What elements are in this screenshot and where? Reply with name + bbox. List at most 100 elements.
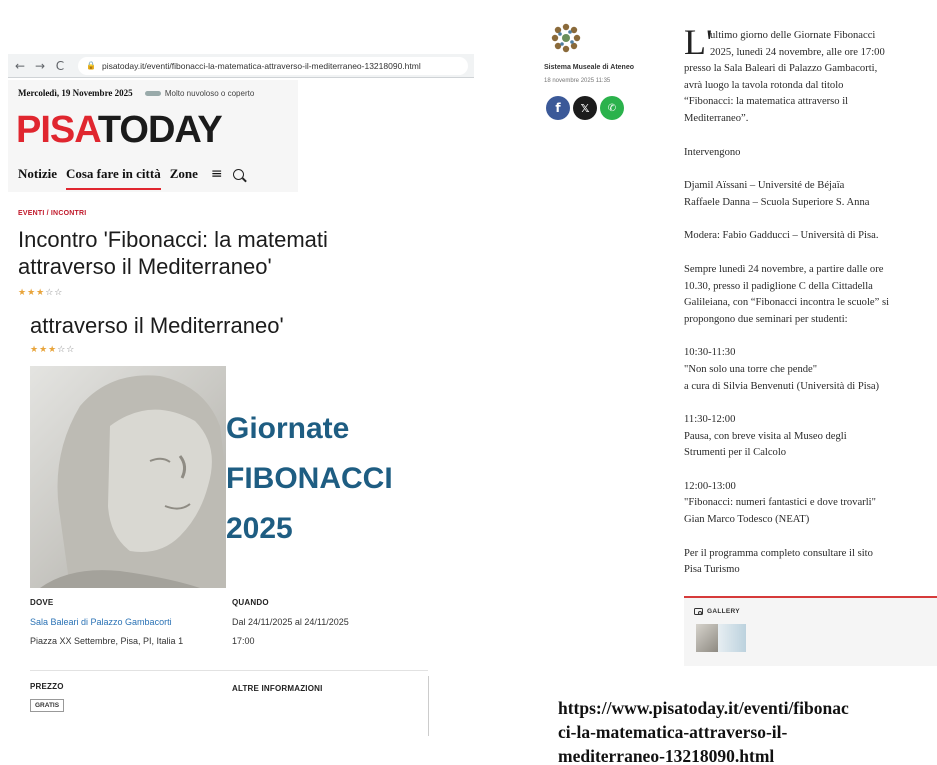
paragraph-intro: L' ultimo giorno delle Giornate Fibonacc… (684, 24, 937, 128)
session-1-title: "Non solo una torre che pende" (684, 363, 818, 375)
venue-link[interactable]: Sala Baleari di Palazzo Gambacorti (30, 617, 183, 627)
stars-empty-repeat: ☆☆ (57, 345, 76, 355)
stars-filled: ★★★ (18, 288, 46, 298)
hero-title: Giornate FIBONACCI 2025 (226, 404, 393, 554)
fibonacci-bust-image (30, 366, 226, 588)
divider (30, 670, 428, 671)
info-prezzo: PREZZO GRATIS (30, 682, 65, 712)
weather-info: Molto nuvoloso o coperto (144, 89, 255, 98)
info-quando: QUANDO Dal 24/11/2025 al 24/11/2025 17:0… (232, 598, 349, 646)
session-1-time: 10:30-11:30 (684, 347, 736, 359)
venue-address: Piazza XX Settembre, Pisa, PI, Italia 1 (30, 636, 184, 646)
breadcrumb[interactable]: EVENTI / INCONTRI (18, 210, 86, 217)
publish-date: 18 novembre 2025 11:35 (544, 78, 611, 84)
share-buttons: f 𝕏 ✆ (546, 96, 627, 120)
bust-illustration (40, 375, 226, 588)
caption-line-3: mediterraneo-13218090.html (558, 746, 775, 765)
nav-item-cosa-fare[interactable]: Cosa fare in città (65, 166, 161, 190)
thumbnail-poster (718, 624, 746, 652)
lock-icon: 🔒 (86, 61, 96, 70)
facebook-share-icon[interactable]: f (546, 96, 570, 120)
cloud-icon (144, 91, 161, 97)
session-3-speaker: Gian Marco Todesco (NEAT) (684, 514, 810, 526)
gallery-header: GALLERY (694, 608, 740, 615)
title-line-1: Incontro 'Fibonacci: la matemati (18, 227, 328, 252)
intro-line-1: ultimo giorno delle Giornate Fibonacci (710, 30, 876, 41)
hero-line-2: FIBONACCI (226, 462, 393, 495)
schools-line-4: propongono due seminari per studenti: (684, 313, 848, 325)
thumbnail-bust (696, 624, 718, 652)
info-altre: ALTRE INFORMAZIONI (232, 684, 323, 693)
gallery-label: GALLERY (707, 608, 740, 616)
hero-line-3: 2025 (226, 512, 293, 545)
page-title: Incontro 'Fibonacci: la matemati attrave… (18, 226, 388, 280)
intro-line-6: Mediterraneo”. (684, 112, 749, 124)
session-3-time: 12:00-13:00 (684, 480, 736, 492)
stars-empty: ☆☆ (45, 288, 64, 298)
article-screenshot: Sistema Museale di Ateneo 18 novembre 20… (540, 0, 937, 765)
star-rating-repeat[interactable]: ★★★☆☆ (30, 345, 75, 355)
nav-item-notizie[interactable]: Notizie (18, 166, 57, 182)
gallery-thumbnail[interactable] (696, 624, 746, 652)
x-share-icon[interactable]: 𝕏 (573, 96, 597, 120)
quando-label: QUANDO (232, 598, 269, 607)
logo-pisa: PISA (16, 109, 99, 151)
address-bar[interactable]: 🔒 pisatoday.it/eventi/fibonacci-la-matem… (78, 56, 468, 75)
search-icon[interactable] (232, 168, 244, 180)
event-dates: Dal 24/11/2025 al 24/11/2025 (232, 617, 349, 627)
gallery-box[interactable]: GALLERY (684, 596, 937, 666)
session-2-title: Pausa, con breve visita al Museo degli (684, 430, 847, 442)
title-repeat: attraverso il Mediterraneo' (30, 313, 284, 338)
logo-today: TODAY (97, 109, 223, 151)
intro-line-4: avrà luogo la tavola rotonda dal titolo (684, 79, 844, 91)
schools-line-2: 10.30, presso il padiglione C della Citt… (684, 280, 873, 292)
altre-info-label[interactable]: ALTRE INFORMAZIONI (232, 684, 323, 693)
back-arrow-icon[interactable]: ← (12, 59, 28, 73)
browser-toolbar: ← → C 🔒 pisatoday.it/eventi/fibonacci-la… (8, 54, 474, 78)
main-nav: Notizie Cosa fare in città Zone ≡ (18, 166, 244, 190)
session-2-time: 11:30-12:00 (684, 414, 736, 426)
reload-icon[interactable]: C (52, 59, 68, 73)
article-body: L' ultimo giorno delle Giornate Fibonacc… (684, 24, 937, 579)
info-dove: DOVE Sala Baleari di Palazzo Gambacorti … (30, 598, 183, 646)
event-hero-image: Giornate FIBONACCI 2025 (30, 366, 420, 588)
schools-line-1: Sempre lunedì 24 novembre, a partire dal… (684, 263, 884, 275)
caption-line-1: https://www.pisatoday.it/eventi/fibonac (558, 698, 849, 718)
nav-item-zone[interactable]: Zone (170, 166, 198, 182)
price-badge: GRATIS (30, 699, 65, 712)
star-rating[interactable]: ★★★☆☆ (18, 288, 63, 298)
intro-line-5: “Fibonacci: la matematica attraverso il (684, 96, 849, 108)
session-2-detail: Strumenti per il Calcolo (684, 447, 787, 459)
forward-arrow-icon[interactable]: → (32, 59, 48, 73)
title-line-2: attraverso il Mediterraneo' (18, 254, 272, 279)
moderator: Modera: Fabio Gadducci – Università di P… (684, 230, 879, 242)
event-time: 17:00 (232, 636, 255, 646)
dove-label: DOVE (30, 598, 54, 607)
session-1-speaker: a cura di Silvia Benvenuti (Università d… (684, 380, 880, 392)
author-name[interactable]: Sistema Museale di Ateneo (544, 64, 634, 71)
divider-vertical (428, 676, 429, 736)
intervengono: Intervengono (684, 146, 741, 158)
dateline: Mercoledì, 19 Novembre 2025 Molto nuvolo… (18, 88, 254, 98)
source-url-caption: https://www.pisatoday.it/eventi/fibonac … (558, 696, 928, 765)
hamburger-menu-icon[interactable]: ≡ (211, 166, 223, 182)
speaker-1: Djamil Aïssani – Université de Béjaïa (684, 180, 845, 192)
sistema-museale-logo-icon (551, 23, 581, 53)
pisatoday-screenshot: ← → C 🔒 pisatoday.it/eventi/fibonacci-la… (0, 0, 480, 765)
program-line-1: Per il programma completo consultare il … (684, 547, 873, 559)
dropcap: L' (684, 22, 713, 62)
speaker-2: Raffaele Danna – Scuola Superiore S. Ann… (684, 196, 870, 208)
intro-line-2: 2025, lunedì 24 novembre, alle ore 17:00 (710, 46, 885, 58)
url-text: pisatoday.it/eventi/fibonacci-la-matemat… (101, 60, 421, 71)
pisatoday-logo[interactable]: PISATODAY (16, 109, 223, 151)
weather-text: Molto nuvoloso o coperto (164, 89, 255, 98)
current-date: Mercoledì, 19 Novembre 2025 (18, 88, 133, 98)
prezzo-label: PREZZO (30, 682, 64, 691)
hero-line-1: Giornate (226, 412, 350, 445)
whatsapp-share-icon[interactable]: ✆ (600, 96, 624, 120)
session-3-title: "Fibonacci: numeri fantastici e dove tro… (684, 497, 876, 509)
program-line-2[interactable]: Pisa Turismo (684, 562, 937, 579)
camera-icon (694, 608, 703, 615)
schools-line-3: Galileiana, con “Fibonacci incontra le s… (684, 297, 890, 309)
site-header: Mercoledì, 19 Novembre 2025 Molto nuvolo… (8, 80, 298, 192)
